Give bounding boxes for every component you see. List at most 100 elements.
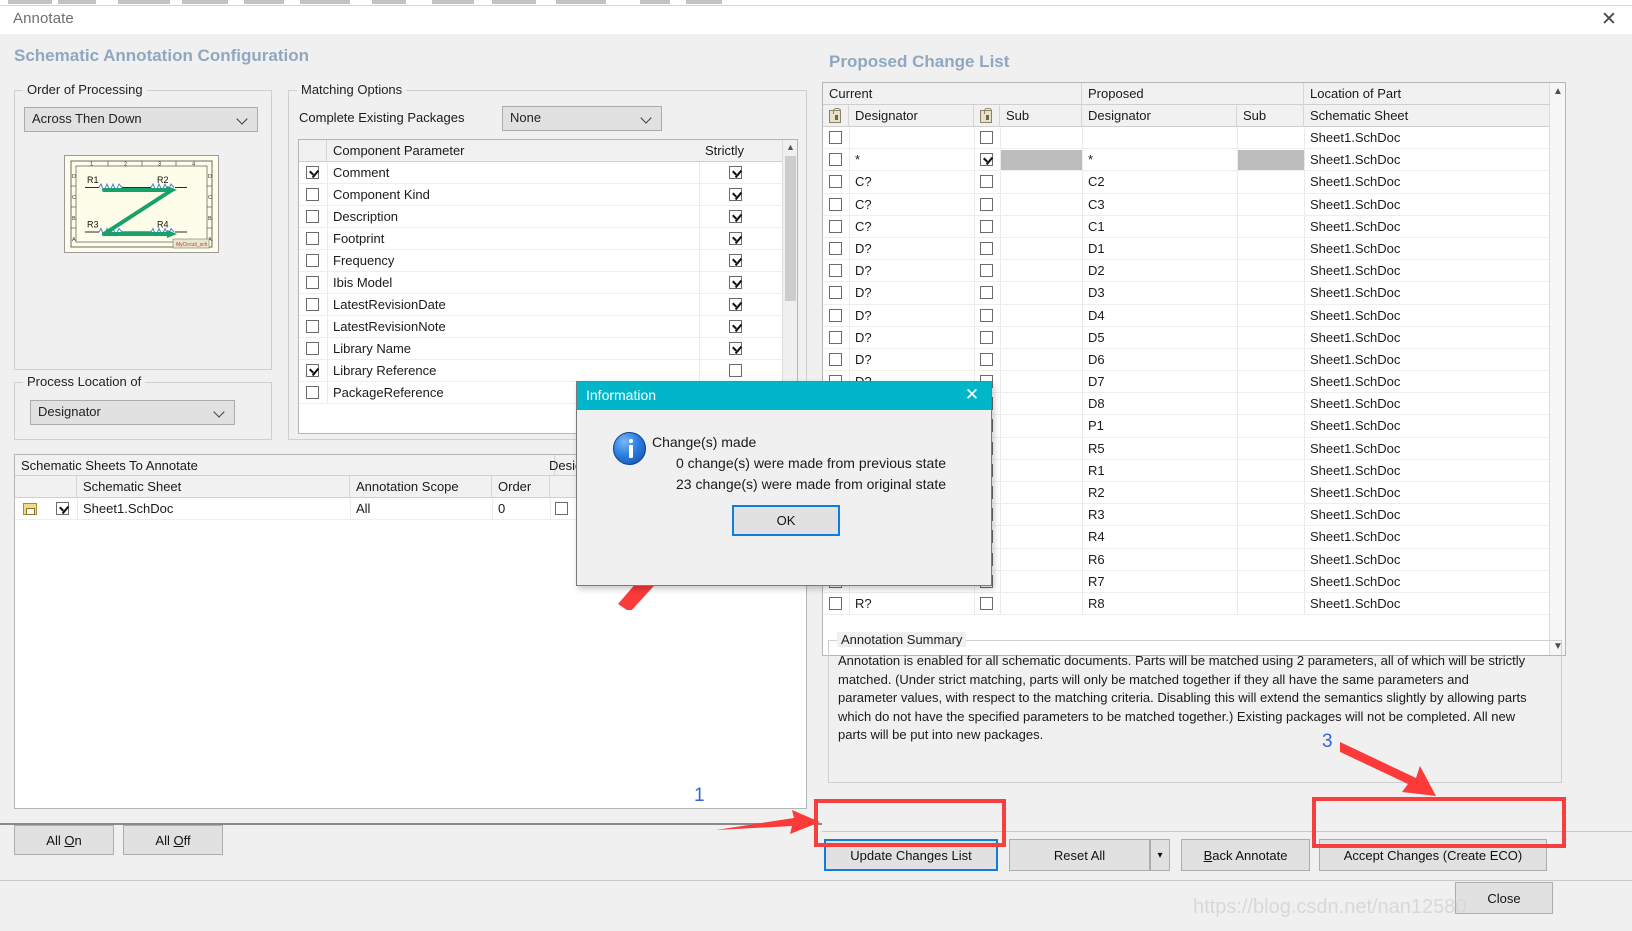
table-row[interactable]: C?C3Sheet1.SchDoc (823, 194, 1565, 216)
annotation-scope-value[interactable]: All (350, 498, 492, 520)
matching-option-row[interactable]: LatestRevisionDate (299, 294, 797, 316)
matching-option-strictly-checkbox[interactable] (729, 254, 742, 267)
information-ok-button[interactable]: OK (732, 505, 840, 536)
order-of-processing-combo[interactable]: Across Then Down (24, 107, 258, 132)
matching-option-row[interactable]: Frequency (299, 250, 797, 272)
current-sub-lock-checkbox[interactable] (980, 242, 993, 255)
matching-option-enabled-checkbox[interactable] (306, 320, 319, 333)
current-lock-checkbox[interactable] (829, 153, 842, 166)
matching-option-enabled-checkbox[interactable] (306, 298, 319, 311)
close-icon[interactable]: ✕ (1596, 9, 1622, 31)
matching-option-row[interactable]: Description (299, 206, 797, 228)
current-lock-checkbox[interactable] (829, 264, 842, 277)
table-row[interactable]: D?D3Sheet1.SchDoc (823, 282, 1565, 304)
current-lock-checkbox[interactable] (829, 331, 842, 344)
current-sub-lock-checkbox[interactable] (980, 264, 993, 277)
current-sub-lock-checkbox[interactable] (980, 309, 993, 322)
matching-option-enabled-checkbox[interactable] (306, 254, 319, 267)
table-row[interactable]: C?C2Sheet1.SchDoc (823, 171, 1565, 193)
table-row[interactable]: D?D5Sheet1.SchDoc (823, 327, 1565, 349)
current-lock-checkbox[interactable] (829, 198, 842, 211)
matching-option-enabled-checkbox[interactable] (306, 276, 319, 289)
current-lock-checkbox[interactable] (829, 597, 842, 610)
matching-option-strictly-checkbox[interactable] (729, 276, 742, 289)
matching-option-row[interactable]: Comment (299, 162, 797, 184)
current-sub-lock-checkbox[interactable] (980, 286, 993, 299)
col-annotation-scope[interactable]: Annotation Scope (350, 476, 492, 498)
close-button[interactable]: Close (1455, 882, 1553, 914)
current-lock-checkbox[interactable] (829, 286, 842, 299)
current-sub-lock-checkbox[interactable] (980, 175, 993, 188)
group-col-current[interactable]: Current (823, 83, 1082, 105)
back-annotate-button[interactable]: Back Annotate (1181, 839, 1310, 871)
current-lock-checkbox[interactable] (829, 131, 842, 144)
matching-option-strictly-checkbox[interactable] (729, 320, 742, 333)
matching-option-enabled-checkbox[interactable] (306, 188, 319, 201)
matching-option-strictly-checkbox[interactable] (729, 298, 742, 311)
matching-option-enabled-checkbox[interactable] (306, 232, 319, 245)
col-order[interactable]: Order (492, 476, 550, 498)
matching-option-strictly-checkbox[interactable] (729, 232, 742, 245)
current-lock-checkbox[interactable] (829, 353, 842, 366)
change-list-scrollbar[interactable]: ▲ ▼ (1549, 83, 1565, 655)
table-row[interactable]: D?D4Sheet1.SchDoc (823, 305, 1565, 327)
sheet-enabled-checkbox[interactable] (56, 502, 69, 515)
table-row[interactable]: D?D1Sheet1.SchDoc (823, 238, 1565, 260)
all-on-button[interactable]: All On (14, 825, 114, 855)
matching-option-strictly-checkbox[interactable] (729, 188, 742, 201)
subcol-proposed-sub[interactable]: Sub (1237, 105, 1304, 127)
table-row[interactable]: D?D6Sheet1.SchDoc (823, 349, 1565, 371)
process-location-combo[interactable]: Designator (30, 400, 235, 425)
subcol-proposed-designator[interactable]: Designator (1082, 105, 1237, 127)
scroll-thumb[interactable] (785, 156, 796, 301)
matching-option-row[interactable]: Footprint (299, 228, 797, 250)
current-lock-checkbox[interactable] (829, 242, 842, 255)
matching-option-enabled-checkbox[interactable] (306, 166, 319, 179)
accept-changes-button[interactable]: Accept Changes (Create ECO) (1319, 839, 1547, 871)
col-schematic-sheet[interactable]: Schematic Sheet (77, 476, 350, 498)
matching-option-strictly-checkbox[interactable] (729, 342, 742, 355)
scroll-up-icon[interactable]: ▲ (1550, 83, 1566, 100)
subcol-current-sub[interactable]: Sub (1000, 105, 1082, 127)
matching-option-enabled-checkbox[interactable] (306, 342, 319, 355)
current-sub-lock-checkbox[interactable] (980, 131, 993, 144)
close-icon[interactable]: ✕ (961, 385, 983, 407)
current-sub-lock-checkbox[interactable] (980, 153, 993, 166)
matching-option-row[interactable]: Library Reference (299, 360, 797, 382)
group-col-proposed[interactable]: Proposed (1082, 83, 1304, 105)
matching-option-row[interactable]: Ibis Model (299, 272, 797, 294)
table-row[interactable]: D?D2Sheet1.SchDoc (823, 260, 1565, 282)
subcol-schematic-sheet[interactable]: Schematic Sheet (1304, 105, 1551, 127)
reset-all-dropdown-button[interactable]: ▾ (1150, 839, 1170, 871)
table-row[interactable]: R?R8Sheet1.SchDoc (823, 593, 1565, 615)
matching-option-row[interactable]: Library Name (299, 338, 797, 360)
current-sub-lock-checkbox[interactable] (980, 353, 993, 366)
table-row[interactable]: Sheet1.SchDoc (823, 127, 1565, 149)
order-value[interactable]: 0 (492, 498, 550, 520)
matching-option-strictly-checkbox[interactable] (729, 210, 742, 223)
update-changes-list-button[interactable]: Update Changes List (824, 839, 998, 871)
current-sub-lock-checkbox[interactable] (980, 331, 993, 344)
matching-option-enabled-checkbox[interactable] (306, 386, 319, 399)
current-lock-checkbox[interactable] (829, 220, 842, 233)
matching-option-enabled-checkbox[interactable] (306, 210, 319, 223)
current-sub-lock-checkbox[interactable] (980, 220, 993, 233)
group-col-location[interactable]: Location of Part (1304, 83, 1551, 105)
scroll-up-icon[interactable]: ▲ (783, 140, 798, 155)
current-lock-checkbox[interactable] (829, 309, 842, 322)
matching-option-strictly-checkbox[interactable] (729, 166, 742, 179)
matching-option-row[interactable]: LatestRevisionNote (299, 316, 797, 338)
matching-option-strictly-checkbox[interactable] (729, 364, 742, 377)
matching-option-row[interactable]: Component Kind (299, 184, 797, 206)
all-off-button[interactable]: All Off (123, 825, 223, 855)
table-row[interactable]: **Sheet1.SchDoc (823, 149, 1565, 171)
subcol-current-designator[interactable]: Designator (849, 105, 974, 127)
current-lock-checkbox[interactable] (829, 175, 842, 188)
sheet-flag-checkbox[interactable] (555, 502, 568, 515)
reset-all-button[interactable]: Reset All (1009, 839, 1150, 871)
matching-option-enabled-checkbox[interactable] (306, 364, 319, 377)
current-sub-lock-checkbox[interactable] (980, 198, 993, 211)
complete-existing-packages-combo[interactable]: None (502, 106, 662, 131)
current-sub-lock-checkbox[interactable] (980, 597, 993, 610)
table-row[interactable]: C?C1Sheet1.SchDoc (823, 216, 1565, 238)
